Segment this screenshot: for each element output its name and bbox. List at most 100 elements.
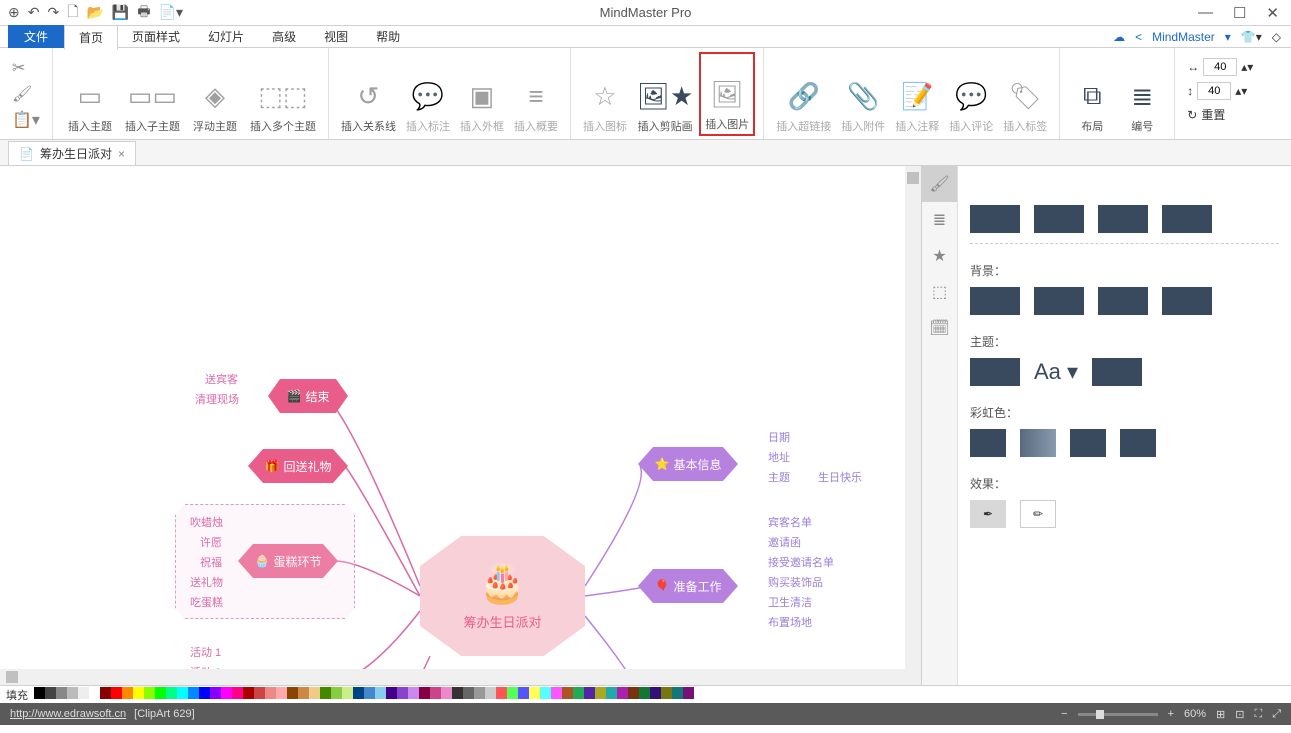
leaf[interactable]: 主题 xyxy=(768,469,790,485)
leaf[interactable]: 吃蛋糕 xyxy=(190,594,223,610)
insert-multi-topic-button[interactable]: ⬚⬚插入多个主题 xyxy=(246,52,320,136)
topic-prep[interactable]: 🎈准备工作 xyxy=(638,569,738,603)
undo-icon[interactable]: ↶ xyxy=(28,4,40,21)
side-tab-clipart[interactable]: ⬚ xyxy=(922,274,957,310)
leaf[interactable]: 许愿 xyxy=(200,534,222,550)
tab-view[interactable]: 视图 xyxy=(310,25,362,48)
insert-tag-button[interactable]: 🏷插入标签 xyxy=(999,52,1051,136)
topic-gift[interactable]: 🎁回送礼物 xyxy=(248,449,348,483)
app-icon[interactable]: ⊕ xyxy=(8,4,20,21)
color-swatches[interactable] xyxy=(34,687,694,702)
layout-opt-3[interactable] xyxy=(1098,205,1148,233)
insert-subtopic-button[interactable]: ▭▭插入子主题 xyxy=(121,52,184,136)
central-topic[interactable]: 🎂 筹办生日派对 xyxy=(420,536,585,656)
maximize-button[interactable]: ☐ xyxy=(1233,4,1246,22)
tab-help[interactable]: 帮助 xyxy=(362,25,414,48)
insert-boundary-button[interactable]: ▣插入外框 xyxy=(456,52,508,136)
side-tab-format[interactable]: 🖌 xyxy=(922,166,957,202)
insert-relation-button[interactable]: ↺插入关系线 xyxy=(337,52,400,136)
leaf[interactable]: 日期 xyxy=(768,429,790,445)
side-tab-history[interactable]: 🗓 xyxy=(922,310,957,346)
numbering-button[interactable]: ≣编号 xyxy=(1118,52,1166,136)
leaf[interactable]: 宾客名单 xyxy=(768,514,812,530)
rainbow-opt-4[interactable] xyxy=(1120,429,1156,457)
export-icon[interactable]: 📄▾ xyxy=(159,4,183,21)
collapse-ribbon-icon[interactable]: ◇ xyxy=(1272,30,1281,44)
close-tab-icon[interactable]: × xyxy=(118,147,125,161)
zoom-in-icon[interactable]: + xyxy=(1168,708,1174,720)
paste-icon[interactable]: 📋▾ xyxy=(12,110,40,130)
cut-icon[interactable]: ✂ xyxy=(12,58,40,78)
leaf[interactable]: 接受邀请名单 xyxy=(768,554,834,570)
minimize-button[interactable]: — xyxy=(1198,4,1213,22)
redo-icon[interactable]: ↷ xyxy=(47,4,59,21)
bg-opt-4[interactable] xyxy=(1162,287,1212,315)
width-input[interactable] xyxy=(1203,58,1237,76)
height-input[interactable] xyxy=(1197,82,1231,100)
leaf[interactable]: 购买装饰品 xyxy=(768,574,823,590)
view-mode-3-icon[interactable]: ⛶ xyxy=(1254,708,1262,721)
leaf[interactable]: 吹蜡烛 xyxy=(190,514,223,530)
insert-comment-button[interactable]: 💬插入评论 xyxy=(945,52,997,136)
leaf[interactable]: 邀请函 xyxy=(768,534,801,550)
horizontal-scrollbar[interactable] xyxy=(0,669,905,685)
leaf[interactable]: 生日快乐 xyxy=(818,469,862,485)
layout-opt-4[interactable] xyxy=(1162,205,1212,233)
new-icon[interactable]: 🗋 xyxy=(67,1,78,25)
topic-info[interactable]: ⭐基本信息 xyxy=(638,447,738,481)
share-icon[interactable]: < xyxy=(1135,30,1142,44)
shirt-icon[interactable]: 👕▾ xyxy=(1241,30,1262,44)
insert-note-button[interactable]: 📝插入注释 xyxy=(891,52,943,136)
bg-opt-2[interactable] xyxy=(1034,287,1084,315)
file-menu[interactable]: 文件 xyxy=(8,25,64,48)
tab-advanced[interactable]: 高级 xyxy=(258,25,310,48)
print-icon[interactable]: 🖶 xyxy=(137,1,150,25)
insert-hyperlink-button[interactable]: 🔗插入超链接 xyxy=(772,52,835,136)
zoom-out-icon[interactable]: − xyxy=(1061,708,1067,720)
insert-image-button[interactable]: 🖼插入图片 xyxy=(699,52,755,136)
effect-opt-2[interactable]: ✏ xyxy=(1020,500,1056,528)
bg-opt-1[interactable] xyxy=(970,287,1020,315)
tab-page-style[interactable]: 页面样式 xyxy=(118,25,194,48)
theme-opt-1[interactable] xyxy=(970,358,1020,386)
leaf[interactable]: 清理现场 xyxy=(195,391,239,407)
insert-topic-button[interactable]: ▭插入主题 xyxy=(61,52,119,136)
topic-end[interactable]: 🎬结束 xyxy=(268,379,348,413)
chevron-down-icon[interactable]: ▾ xyxy=(1225,30,1231,44)
side-tab-outline[interactable]: ≣ xyxy=(922,202,957,238)
leaf[interactable]: 祝福 xyxy=(200,554,222,570)
leaf[interactable]: 地址 xyxy=(768,449,790,465)
tab-home[interactable]: 首页 xyxy=(64,25,118,50)
leaf[interactable]: 活动 1 xyxy=(190,644,221,660)
tab-slideshow[interactable]: 幻灯片 xyxy=(194,25,258,48)
insert-callout-button[interactable]: 💬插入标注 xyxy=(402,52,454,136)
open-icon[interactable]: 📂 xyxy=(86,4,103,21)
expand-icon[interactable]: ⤢ xyxy=(1272,708,1281,721)
rainbow-opt-2[interactable] xyxy=(1020,429,1056,457)
theme-opt-3[interactable] xyxy=(1092,358,1142,386)
document-tab[interactable]: 📄 筹办生日派对 × xyxy=(8,141,136,165)
layout-opt-2[interactable] xyxy=(1034,205,1084,233)
rainbow-opt-3[interactable] xyxy=(1070,429,1106,457)
close-button[interactable]: ✕ xyxy=(1266,4,1279,22)
vertical-scrollbar[interactable] xyxy=(905,166,921,685)
canvas[interactable]: 🎂 筹办生日派对 🎬结束 送宾客 清理现场 🎁回送礼物 🧁蛋糕环节 吹蜡烛 许愿… xyxy=(0,166,921,685)
cloud-icon[interactable]: ☁ xyxy=(1113,30,1125,44)
zoom-slider[interactable] xyxy=(1078,713,1158,716)
insert-summary-button[interactable]: ≡插入概要 xyxy=(510,52,562,136)
effect-opt-1[interactable]: ✒ xyxy=(970,500,1006,528)
view-mode-1-icon[interactable]: ⊞ xyxy=(1216,708,1225,721)
floating-topic-button[interactable]: ◈浮动主题 xyxy=(186,52,244,136)
leaf[interactable]: 卫生清洁 xyxy=(768,594,812,610)
reset-button[interactable]: ↻重置 xyxy=(1187,106,1253,123)
insert-clipart-button[interactable]: 🖼★插入剪贴画 xyxy=(633,52,697,136)
rainbow-opt-1[interactable] xyxy=(970,429,1006,457)
layout-button[interactable]: ⧉布局 xyxy=(1068,52,1116,136)
leaf[interactable]: 布置场地 xyxy=(768,614,812,630)
layout-opt-1[interactable] xyxy=(970,205,1020,233)
save-icon[interactable]: 💾 xyxy=(112,4,129,21)
bg-opt-3[interactable] xyxy=(1098,287,1148,315)
leaf[interactable]: 送宾客 xyxy=(205,371,238,387)
leaf[interactable]: 送礼物 xyxy=(190,574,223,590)
insert-icon-button[interactable]: ☆插入图标 xyxy=(579,52,631,136)
